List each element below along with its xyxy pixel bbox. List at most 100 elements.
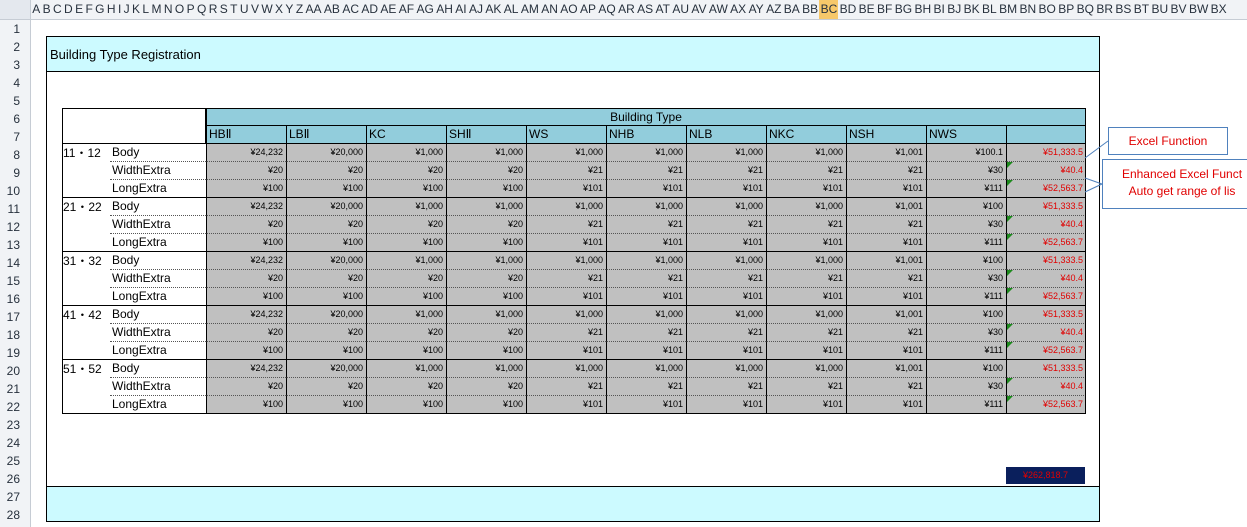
column-header-BL[interactable]: BL xyxy=(981,0,998,19)
column-header-AY[interactable]: AY xyxy=(747,0,765,19)
column-header-AD[interactable]: AD xyxy=(360,0,379,19)
column-header-BR[interactable]: BR xyxy=(1095,0,1114,19)
row-header-5[interactable]: 5 xyxy=(0,92,30,110)
column-header-AI[interactable]: AI xyxy=(454,0,468,19)
column-header-BP[interactable]: BP xyxy=(1057,0,1075,19)
column-header-AV[interactable]: AV xyxy=(690,0,708,19)
row-header-10[interactable]: 10 xyxy=(0,182,30,200)
column-header-BT[interactable]: BT xyxy=(1133,0,1151,19)
column-header-AE[interactable]: AE xyxy=(379,0,397,19)
row-header-16[interactable]: 16 xyxy=(0,290,30,308)
column-header-BS[interactable]: BS xyxy=(1114,0,1132,19)
column-header-AL[interactable]: AL xyxy=(503,0,520,19)
column-header-BF[interactable]: BF xyxy=(876,0,894,19)
column-header-BB[interactable]: BB xyxy=(801,0,819,19)
column-header-X[interactable]: X xyxy=(274,0,284,19)
row-header-1[interactable]: 1 xyxy=(0,20,30,38)
select-all-corner[interactable] xyxy=(0,0,31,19)
column-header-BQ[interactable]: BQ xyxy=(1075,0,1095,19)
column-header-AU[interactable]: AU xyxy=(671,0,690,19)
column-header-Y[interactable]: Y xyxy=(284,0,294,19)
row-header-26[interactable]: 26 xyxy=(0,470,30,488)
row-header-11[interactable]: 11 xyxy=(0,200,30,218)
column-header-O[interactable]: O xyxy=(174,0,186,19)
row-header-12[interactable]: 12 xyxy=(0,218,30,236)
row-header-19[interactable]: 19 xyxy=(0,344,30,362)
row-header-4[interactable]: 4 xyxy=(0,74,30,92)
column-header-Q[interactable]: Q xyxy=(196,0,208,19)
column-header-AG[interactable]: AG xyxy=(415,0,435,19)
column-header-AZ[interactable]: AZ xyxy=(765,0,783,19)
column-header-E[interactable]: E xyxy=(74,0,84,19)
column-header-BH[interactable]: BH xyxy=(913,0,932,19)
column-header-AF[interactable]: AF xyxy=(398,0,416,19)
column-header-AT[interactable]: AT xyxy=(654,0,671,19)
row-header-22[interactable]: 22 xyxy=(0,398,30,416)
column-header-B[interactable]: B xyxy=(41,0,51,19)
column-header-BA[interactable]: BA xyxy=(783,0,801,19)
column-header-A[interactable]: A xyxy=(31,0,41,19)
column-header-AA[interactable]: AA xyxy=(304,0,322,19)
column-header-AS[interactable]: AS xyxy=(636,0,654,19)
column-header-W[interactable]: W xyxy=(260,0,274,19)
column-header-BW[interactable]: BW xyxy=(1188,0,1210,19)
column-header-BM[interactable]: BM xyxy=(998,0,1018,19)
column-header-AQ[interactable]: AQ xyxy=(597,0,617,19)
row-header-2[interactable]: 2 xyxy=(0,38,30,56)
column-header-BO[interactable]: BO xyxy=(1037,0,1057,19)
column-header-AH[interactable]: AH xyxy=(435,0,454,19)
column-header-AO[interactable]: AO xyxy=(559,0,579,19)
row-header-27[interactable]: 27 xyxy=(0,488,30,506)
column-header-BN[interactable]: BN xyxy=(1018,0,1037,19)
column-header-AB[interactable]: AB xyxy=(323,0,341,19)
column-header-M[interactable]: M xyxy=(150,0,162,19)
column-header-G[interactable]: G xyxy=(94,0,106,19)
row-header-15[interactable]: 15 xyxy=(0,272,30,290)
column-header-AK[interactable]: AK xyxy=(484,0,502,19)
column-header-T[interactable]: T xyxy=(229,0,239,19)
column-header-S[interactable]: S xyxy=(219,0,229,19)
column-header-AP[interactable]: AP xyxy=(579,0,597,19)
column-header-H[interactable]: H xyxy=(106,0,117,19)
enhanced-function-callout[interactable]: Enhanced Excel Funct Auto get range of l… xyxy=(1102,159,1247,209)
column-header-AC[interactable]: AC xyxy=(341,0,360,19)
column-header-BV[interactable]: BV xyxy=(1169,0,1187,19)
column-header-BJ[interactable]: BJ xyxy=(946,0,962,19)
row-header-23[interactable]: 23 xyxy=(0,416,30,434)
column-header-AR[interactable]: AR xyxy=(617,0,636,19)
row-header-21[interactable]: 21 xyxy=(0,380,30,398)
column-header-V[interactable]: V xyxy=(250,0,260,19)
column-header-D[interactable]: D xyxy=(63,0,74,19)
row-header-9[interactable]: 9 xyxy=(0,164,30,182)
column-header-BE[interactable]: BE xyxy=(857,0,875,19)
column-header-BX[interactable]: BX xyxy=(1209,0,1227,19)
row-header-24[interactable]: 24 xyxy=(0,434,30,452)
column-header-AN[interactable]: AN xyxy=(540,0,559,19)
column-header-BD[interactable]: BD xyxy=(838,0,857,19)
row-header-8[interactable]: 8 xyxy=(0,146,30,164)
column-header-Z[interactable]: Z xyxy=(295,0,305,19)
row-header-18[interactable]: 18 xyxy=(0,326,30,344)
column-header-BI[interactable]: BI xyxy=(932,0,946,19)
column-header-BK[interactable]: BK xyxy=(962,0,980,19)
row-header-17[interactable]: 17 xyxy=(0,308,30,326)
column-header-BU[interactable]: BU xyxy=(1150,0,1169,19)
row-header-6[interactable]: 6 xyxy=(0,110,30,128)
row-header-28[interactable]: 28 xyxy=(0,506,30,524)
column-header-R[interactable]: R xyxy=(208,0,219,19)
row-header-7[interactable]: 7 xyxy=(0,128,30,146)
column-header-U[interactable]: U xyxy=(239,0,250,19)
row-header-25[interactable]: 25 xyxy=(0,452,30,470)
excel-function-callout[interactable]: Excel Function xyxy=(1108,127,1228,155)
column-header-AJ[interactable]: AJ xyxy=(468,0,484,19)
row-header-3[interactable]: 3 xyxy=(0,56,30,74)
column-header-AX[interactable]: AX xyxy=(729,0,747,19)
column-header-F[interactable]: F xyxy=(84,0,94,19)
column-header-C[interactable]: C xyxy=(52,0,63,19)
column-header-L[interactable]: L xyxy=(141,0,150,19)
column-header-N[interactable]: N xyxy=(163,0,174,19)
column-header-K[interactable]: K xyxy=(131,0,141,19)
column-header-AM[interactable]: AM xyxy=(520,0,540,19)
row-header-20[interactable]: 20 xyxy=(0,362,30,380)
column-header-J[interactable]: J xyxy=(122,0,130,19)
